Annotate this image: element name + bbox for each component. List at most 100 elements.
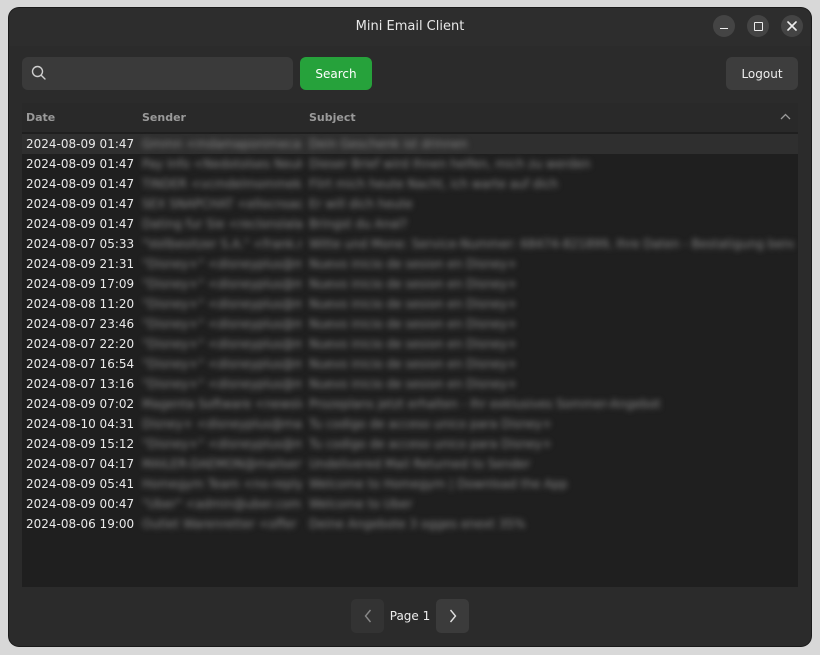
email-date: 2024-08-09 15:12 [26,437,135,451]
email-sender: "Disney+" <disneyplus@mail. [142,357,302,371]
email-date: 2024-08-09 01:47 [26,197,135,211]
search-button[interactable]: Search [300,57,372,90]
email-date: 2024-08-06 19:00 [26,517,135,531]
email-date: 2024-08-07 16:54 [26,357,135,371]
search-box [22,57,293,92]
email-date: 2024-08-07 04:17 [26,457,135,471]
email-sender: "Disney+" <disneyplus@mail. [142,277,302,291]
table-row[interactable]: 2024-08-10 04:31 Disney+ <disneyplus@mail… [22,414,798,434]
email-subject: Nuevo inicio de sesion en Disney+ [309,277,518,291]
table-row[interactable]: 2024-08-09 05:41 Homegym Team <no-reply@ W… [22,474,798,494]
table-row[interactable]: 2024-08-09 00:47 "Uber" <admin@uber.com> W… [22,494,798,514]
page-indicator: Page 1 [389,609,431,623]
next-page-button[interactable] [436,599,469,633]
email-sender: TINDER <vcmdelmommeke [142,177,302,191]
email-date: 2024-08-09 01:47 [26,157,135,171]
maximize-button[interactable] [747,15,769,37]
table-row[interactable]: 2024-08-09 21:31 "Disney+" <disneyplus@ma… [22,254,798,274]
close-button[interactable] [781,15,803,37]
table-row[interactable]: 2024-08-09 01:47 Pay Info <Nedotolses Neu… [22,154,798,174]
email-sender: "Disney+" <disneyplus@mail. [142,257,302,271]
close-icon [787,21,797,31]
logout-button[interactable]: Logout [726,57,798,90]
table-row[interactable]: 2024-08-07 16:54 "Disney+" <disneyplus@ma… [22,354,798,374]
email-sender: "Uber" <admin@uber.com> [142,497,302,511]
table-row[interactable]: 2024-08-09 17:09 "Disney+" <disneyplus@ma… [22,274,798,294]
table-row[interactable]: 2024-08-07 04:17 MAILER-DAEMON@mailserv. U… [22,454,798,474]
table-row[interactable]: 2024-08-07 23:46 "Disney+" <disneyplus@ma… [22,314,798,334]
email-sender: "Disney+" <disneyplus@mail. [142,437,302,451]
search-icon [31,65,46,80]
chevron-left-icon [364,609,371,623]
table-row[interactable]: 2024-08-07 05:33 "Vollbesitzer S.A." <fra… [22,234,798,254]
email-sender: Gmmn <mdamaponimecam [142,137,302,151]
email-date: 2024-08-07 23:46 [26,317,135,331]
maximize-icon [753,21,763,31]
email-date: 2024-08-07 05:33 [26,237,135,251]
table-row[interactable]: 2024-08-07 13:16 "Disney+" <disneyplus@ma… [22,374,798,394]
table-row[interactable]: 2024-08-07 22:20 "Disney+" <disneyplus@ma… [22,334,798,354]
email-subject: Bringst du Anal? [309,217,408,231]
email-date: 2024-08-09 21:31 [26,257,135,271]
email-subject: Nuevo inicio de sesion en Disney+ [309,257,518,271]
email-date: 2024-08-09 00:47 [26,497,135,511]
table-row[interactable]: 2024-08-09 01:47 SEX SNAPCHAT <ellocnsaom… [22,194,798,214]
email-subject: Tu codigo de acceso unico para Disney+ [309,417,553,431]
email-subject: Nuevo inicio de sesion en Disney+ [309,297,518,311]
email-date: 2024-08-07 22:20 [26,337,135,351]
email-subject: Nuevo inicio de sesion en Disney+ [309,317,518,331]
email-sender: "Disney+" <disneyplus@mail. [142,317,302,331]
email-sender: MAILER-DAEMON@mailserv. [142,457,302,471]
window-title: Mini Email Client [355,19,465,34]
email-sender: "Disney+" <disneyplus@mail. [142,377,302,391]
email-date: 2024-08-09 07:02 [26,397,135,411]
email-sender: SEX SNAPCHAT <ellocnsaom [142,197,302,211]
search-input[interactable] [54,57,292,92]
table-row[interactable]: 2024-08-09 01:47 Gmmn <mdamaponimecam Dein… [22,134,798,154]
table-row[interactable]: 2024-08-09 15:12 "Disney+" <disneyplus@ma… [22,434,798,454]
email-subject: Prozeplans jetzt erhalten - Ihr exklusiv… [309,397,661,411]
email-subject: Flirt mich heute Nacht, ich warte auf di… [309,177,558,191]
column-header-sender[interactable]: Sender [142,103,186,132]
email-sender: "Vollbesitzer S.A." <frank.ram [142,237,302,251]
email-date: 2024-08-07 13:16 [26,377,135,391]
table-row[interactable]: 2024-08-09 01:47 Dating fur Sie <reclonsl… [22,214,798,234]
pagination: Page 1 [351,599,469,633]
email-date: 2024-08-09 01:47 [26,177,135,191]
email-date: 2024-08-08 11:20 [26,297,135,311]
email-sender: Pay Info <Nedotolses Neuke [142,157,302,171]
table-row[interactable]: 2024-08-06 19:00 Outlet Warenretter <offe… [22,514,798,534]
email-subject: Tu codigo de acceso unico para Disney+ [309,437,553,451]
email-sender: "Disney+" <disneyplus@mail. [142,297,302,311]
table-row[interactable]: 2024-08-08 11:20 "Disney+" <disneyplus@ma… [22,294,798,314]
email-date: 2024-08-09 17:09 [26,277,135,291]
email-subject: Welcome to Uber [309,497,413,511]
previous-page-button[interactable] [351,599,384,633]
table-header: Date Sender Subject [22,103,798,132]
minimize-icon [720,27,728,30]
email-sender: Dating fur Sie <reclonslalam [142,217,302,231]
email-date: 2024-08-09 05:41 [26,477,135,491]
sort-ascending-icon[interactable] [780,113,791,120]
table-row[interactable]: 2024-08-09 07:02 Magenta Software <newsle… [22,394,798,414]
column-header-subject[interactable]: Subject [309,103,356,132]
email-subject: Witte und Mone: Service-Nummer: 68474-82… [309,237,794,251]
email-subject: Undelivered Mail Returned to Sender [309,457,531,471]
table-row[interactable]: 2024-08-09 01:47 TINDER <vcmdelmommeke Fli… [22,174,798,194]
email-subject: Welcome to Homegym | Download the App [309,477,568,491]
email-subject: Deine Angebote 3 ogges enext 35% [309,517,526,531]
email-subject: Nuevo inicio de sesion en Disney+ [309,377,518,391]
column-header-date[interactable]: Date [26,103,55,132]
chevron-right-icon [449,609,456,623]
email-subject: Dieser Brief wird Ihnen helfen, mich zu … [309,157,591,171]
email-sender: Outlet Warenretter <offer [142,517,297,531]
email-sender: "Disney+" <disneyplus@mail. [142,337,302,351]
email-date: 2024-08-10 04:31 [26,417,135,431]
title-bar: Mini Email Client [9,8,811,46]
email-list: 2024-08-09 01:47 Gmmn <mdamaponimecam Dein… [22,134,798,534]
email-subject: Dein Geschenk ist drinnen [309,137,468,151]
app-window: Mini Email Client Search Logout Date Sen… [9,8,811,646]
email-table: Date Sender Subject 2024-08-09 01:47 Gmmn… [22,103,798,587]
minimize-button[interactable] [713,15,735,37]
email-subject: Nuevo inicio de sesion en Disney+ [309,357,518,371]
